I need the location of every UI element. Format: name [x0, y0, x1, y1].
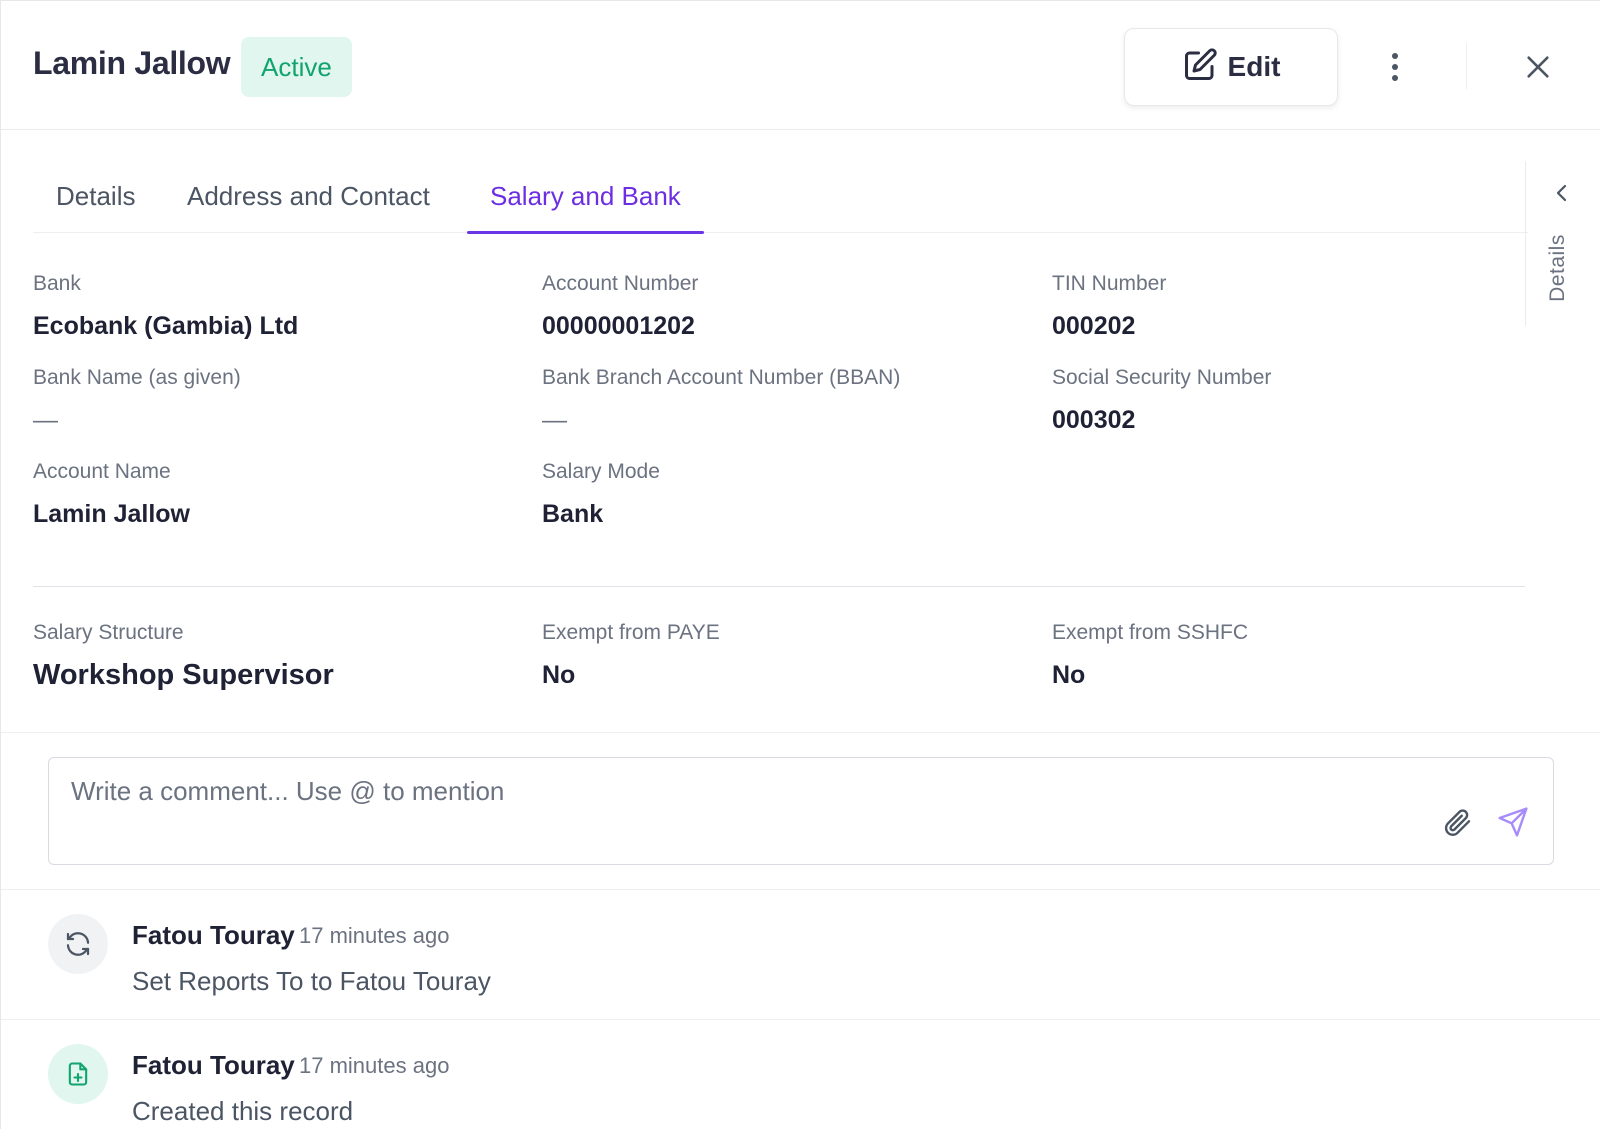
field-salary-structure: Salary Structure Workshop Supervisor [33, 621, 334, 692]
tab-address-and-contact[interactable]: Address and Contact [164, 159, 453, 233]
field-bank: Bank Ecobank (Gambia) Ltd [33, 272, 298, 341]
section-divider [33, 586, 1525, 587]
field-salary-mode: Salary Mode Bank [542, 460, 660, 529]
field-value: Workshop Supervisor [33, 659, 334, 691]
activity-time: 17 minutes ago [299, 1053, 450, 1078]
field-value: Lamin Jallow [33, 500, 190, 528]
details-side-rail: Details [1525, 161, 1600, 326]
field-label: Bank [33, 272, 81, 295]
field-value: Ecobank (Gambia) Ltd [33, 312, 299, 340]
comment-box [48, 757, 1554, 865]
file-plus-icon [48, 1044, 108, 1104]
field-social-security-number: Social Security Number 000302 [1052, 366, 1271, 435]
field-label: Exempt from SSHFC [1052, 621, 1249, 644]
panel-header: Lamin Jallow Active Edit [1, 1, 1600, 130]
employee-panel: Lamin Jallow Active Edit Details Address… [0, 0, 1600, 1129]
edit-button[interactable]: Edit [1124, 28, 1338, 106]
send-icon[interactable] [1497, 806, 1533, 842]
field-value: No [1052, 661, 1086, 689]
field-label: Bank Name (as given) [33, 366, 241, 389]
field-value: 000302 [1052, 406, 1136, 434]
field-exempt-from-sshfc: Exempt from SSHFC No [1052, 621, 1248, 690]
close-icon[interactable] [1516, 45, 1560, 89]
field-tin-number: TIN Number 000202 [1052, 272, 1166, 341]
comment-separator [1, 889, 1600, 890]
tab-salary-and-bank[interactable]: Salary and Bank [467, 159, 704, 234]
activity-author[interactable]: Fatou Touray [132, 1050, 295, 1081]
status-badge: Active [241, 37, 352, 97]
field-bban: Bank Branch Account Number (BBAN) — [542, 366, 900, 435]
refresh-icon [48, 914, 108, 974]
activity-time: 17 minutes ago [299, 923, 450, 948]
content-separator [1, 732, 1600, 733]
activity-item: Fatou Touray 17 minutes ago Created this… [48, 1044, 1548, 1129]
details-rail-toggle[interactable]: Details [1538, 223, 1578, 313]
field-exempt-from-paye: Exempt from PAYE No [542, 621, 720, 690]
comment-input[interactable] [71, 776, 1371, 807]
employee-name: Lamin Jallow [33, 45, 231, 81]
field-label: Salary Structure [33, 621, 184, 644]
field-label: Salary Mode [542, 460, 660, 483]
field-label: Account Name [33, 460, 171, 483]
tab-details[interactable]: Details [33, 159, 158, 233]
field-value: Bank [542, 500, 604, 528]
chevron-left-icon[interactable] [1550, 181, 1574, 205]
field-account-number: Account Number 00000001202 [542, 272, 698, 341]
activity-message: Set Reports To to Fatou Touray [132, 966, 491, 996]
more-vertical-icon[interactable] [1379, 45, 1411, 89]
field-label: Exempt from PAYE [542, 621, 720, 644]
header-separator [1466, 43, 1467, 89]
activity-author[interactable]: Fatou Touray [132, 920, 295, 951]
field-account-name: Account Name Lamin Jallow [33, 460, 190, 529]
tab-bar: Details Address and Contact Salary and B… [33, 159, 1528, 234]
field-label: Bank Branch Account Number (BBAN) [542, 366, 901, 389]
field-label: Account Number [542, 272, 699, 295]
field-label: TIN Number [1052, 272, 1167, 295]
field-label: Social Security Number [1052, 366, 1272, 389]
field-value: No [542, 661, 576, 689]
field-bank-name-given: Bank Name (as given) — [33, 366, 241, 435]
activity-message: Created this record [132, 1096, 354, 1126]
activity-separator [1, 1019, 1600, 1020]
activity-item: Fatou Touray 17 minutes ago Set Reports … [48, 914, 1548, 1014]
details-rail-label: Details [1546, 234, 1569, 302]
field-value: — [33, 406, 58, 434]
field-value: 000202 [1052, 312, 1136, 340]
paperclip-icon[interactable] [1441, 806, 1477, 842]
field-value: — [542, 406, 567, 434]
edit-icon [1182, 47, 1218, 88]
edit-button-label: Edit [1227, 51, 1281, 82]
field-value: 00000001202 [542, 312, 695, 340]
